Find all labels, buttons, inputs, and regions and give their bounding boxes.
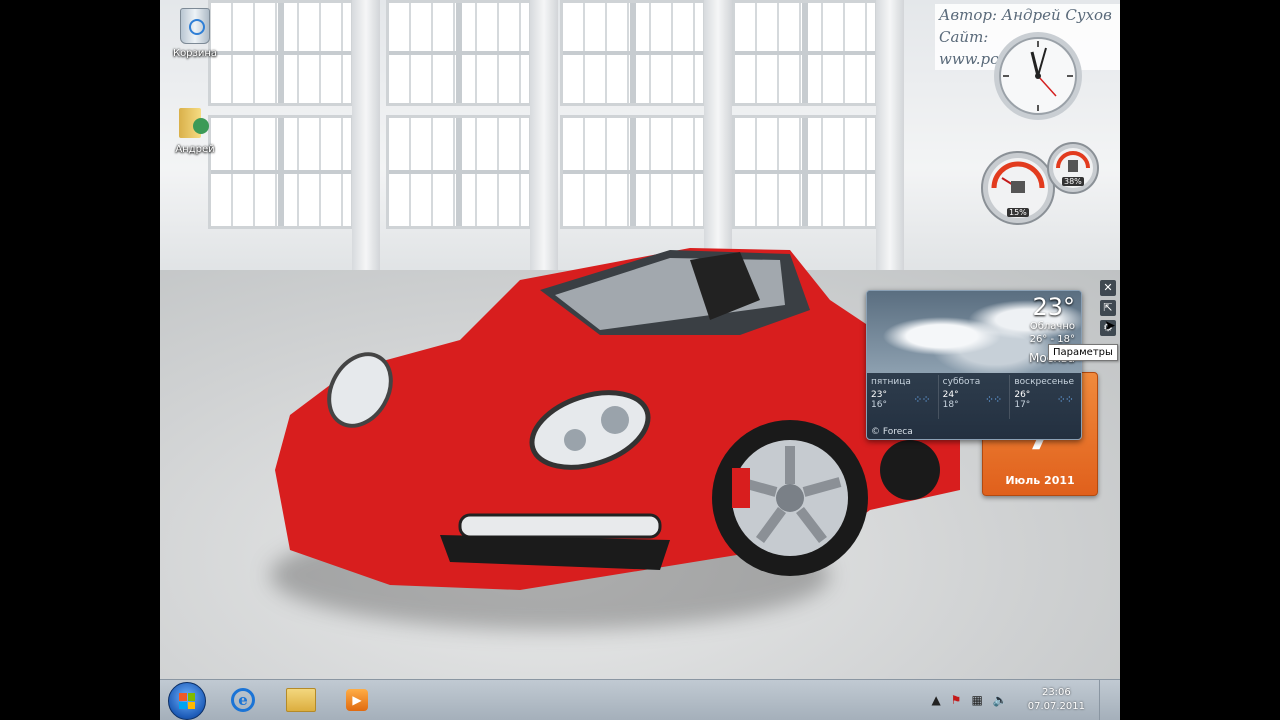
background-column (530, 0, 558, 280)
media-player-button[interactable]: ▶ (332, 683, 382, 717)
weather-gadget[interactable]: 23° Облачно 26° - 18° Москва пятница 23°… (866, 290, 1082, 440)
background-window (386, 0, 532, 106)
calendar-month: Июль 2011 (1005, 474, 1075, 487)
user-folder-label: Андрей (175, 144, 215, 155)
clock-gadget[interactable] (982, 30, 1094, 122)
user-folder-shortcut[interactable]: Андрей (160, 104, 230, 155)
resize-icon[interactable]: ⇱ (1100, 300, 1116, 316)
background-window (732, 115, 878, 229)
mouse-cursor-icon: ➤ (1104, 318, 1116, 334)
taskbar-time: 23:06 (1041, 687, 1071, 698)
forecast-day: пятница 23° 16° ⁘⁘ (867, 375, 938, 419)
background-window (732, 0, 878, 106)
system-tray: ▲ ⚑ ▦ 🔈 23:06 07.07.2011 (931, 680, 1110, 720)
taskbar-date: 07.07.2011 (1027, 701, 1085, 712)
forecast-day-name: воскресенье (1014, 377, 1074, 387)
rain-icon: ⁘⁘ (913, 393, 930, 406)
memory-usage-value: 38% (1062, 177, 1084, 186)
media-player-icon: ▶ (346, 689, 368, 711)
windows-explorer-button[interactable] (276, 683, 326, 717)
background-column (876, 0, 904, 280)
weather-temperature: 23° (1032, 293, 1075, 321)
forecast-day-name: пятница (871, 377, 911, 387)
forecast-day-name: суббота (942, 377, 981, 387)
weather-forecast: пятница 23° 16° ⁘⁘ суббота 24° 18° ⁘⁘ во… (867, 375, 1081, 419)
volume-icon[interactable]: 🔈 (993, 693, 1008, 707)
recycle-bin-shortcut[interactable]: Корзина (160, 8, 230, 59)
internet-explorer-icon: e (231, 688, 255, 712)
cpu-usage-value: 15% (1007, 208, 1029, 217)
taskbar: e ▶ ▲ ⚑ ▦ 🔈 23:06 07.07.2011 (160, 679, 1120, 720)
forecast-day: суббота 24° 18° ⁘⁘ (937, 375, 1010, 419)
rain-icon: ⁘⁘ (1056, 393, 1074, 406)
internet-explorer-button[interactable]: e (218, 683, 268, 717)
options-tooltip: Параметры (1048, 344, 1118, 361)
taskbar-clock[interactable]: 23:06 07.07.2011 (1028, 686, 1085, 714)
desktop: Корзина Андрей Автор: Андрей Сухов Сайт:… (160, 0, 1120, 720)
background-window (560, 0, 706, 106)
show-desktop-button[interactable] (1099, 680, 1110, 720)
forecast-day: воскресенье 26° 17° ⁘⁘ (1009, 375, 1081, 419)
recycle-bin-icon (180, 8, 210, 44)
background-window (386, 115, 532, 229)
user-folder-icon (179, 104, 211, 140)
watermark-author: Автор: Андрей Сухов (939, 6, 1112, 24)
weather-credit: © Foreca (871, 427, 913, 437)
action-center-flag-icon[interactable]: ⚑ (951, 693, 962, 707)
red-car-wallpaper (275, 248, 960, 590)
rain-icon: ⁘⁘ (984, 393, 1002, 406)
background-column (352, 0, 380, 280)
show-hidden-icons-icon[interactable]: ▲ (931, 693, 940, 707)
recycle-bin-label: Корзина (172, 48, 218, 59)
start-button[interactable] (168, 682, 206, 720)
weather-condition: Облачно (1029, 321, 1075, 332)
close-icon[interactable]: ✕ (1100, 280, 1116, 296)
background-window (560, 115, 706, 229)
background-column (704, 0, 732, 280)
windows-logo-icon (179, 693, 195, 709)
network-icon[interactable]: ▦ (971, 693, 982, 707)
folder-icon (286, 688, 316, 712)
